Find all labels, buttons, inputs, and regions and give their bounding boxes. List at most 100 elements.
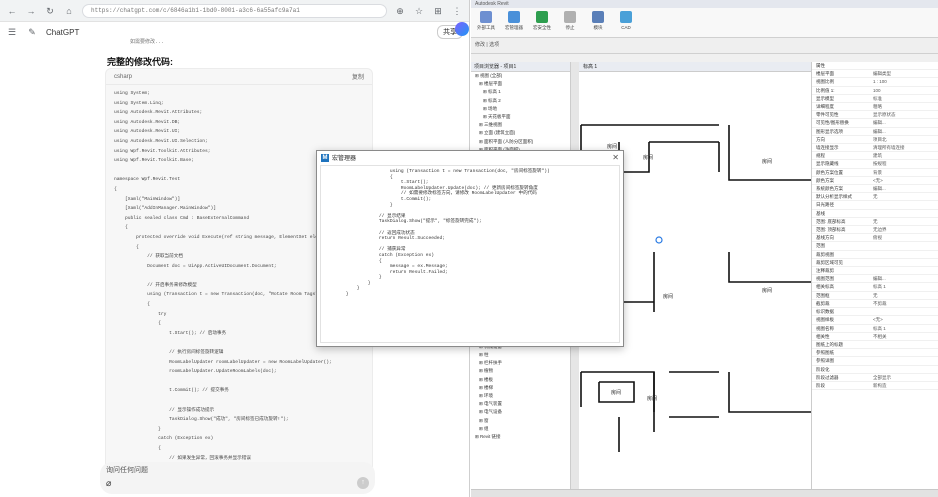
tree-item[interactable]: ⊞ 电气设备 (471, 408, 570, 416)
property-value[interactable]: 标高 1 (870, 325, 938, 332)
property-value[interactable]: 无 (870, 292, 938, 299)
copy-button[interactable]: 复制 (352, 72, 364, 81)
property-value[interactable]: 无 (870, 218, 938, 225)
property-value[interactable]: 清理所有墙连接 (870, 144, 938, 151)
property-value[interactable]: 编辑... (870, 185, 938, 192)
address-bar[interactable]: https://chatgpt.com/c/6846a1b1-1bd0-8001… (82, 3, 387, 18)
property-row[interactable]: 颜色方案位置 背景 (812, 169, 938, 177)
site-info-icon[interactable]: ⌂ (63, 5, 75, 17)
dialog-titlebar[interactable]: M 宏管理器 ✕ (317, 151, 623, 164)
dialog-editor[interactable]: using (Transaction t = new Transaction(d… (320, 165, 620, 343)
property-row[interactable]: 规程 建筑 (812, 152, 938, 161)
tree-item[interactable]: ⊞ 标高 2 (471, 97, 570, 105)
property-row[interactable]: 范围: 顶部标高 无边界 (812, 226, 938, 235)
ribbon-button[interactable]: 宏安全性 (533, 11, 551, 31)
new-chat-icon[interactable]: ✎ (26, 26, 38, 38)
property-row[interactable]: 标识数据 (812, 308, 938, 317)
property-value[interactable]: 编辑类型 (870, 70, 938, 77)
tree-item[interactable]: ⊞ 环境 (471, 392, 570, 400)
property-row[interactable]: 默认分析显示样式 无 (812, 193, 938, 202)
macro-dialog[interactable]: M 宏管理器 ✕ using (Transaction t = new Tran… (316, 150, 624, 347)
tree-item[interactable]: ⊞ 楼层平面 (471, 80, 570, 88)
extensions-icon[interactable]: ⊞ (432, 5, 444, 17)
property-row[interactable]: 属性 (812, 62, 938, 71)
property-value[interactable] (870, 349, 938, 356)
property-value[interactable]: 粗略 (870, 103, 938, 110)
property-value[interactable]: 编辑... (870, 128, 938, 135)
property-row[interactable]: 截剪裁 不剪裁 (812, 300, 938, 309)
property-value[interactable] (870, 308, 938, 315)
tree-item[interactable]: ⊞ 三维视图 (471, 121, 570, 129)
property-value[interactable]: 1 : 100 (870, 78, 938, 85)
reload-icon[interactable]: ↻ (44, 5, 56, 17)
property-row[interactable]: 零件可见性 显示原状态 (812, 111, 938, 120)
menu-icon[interactable]: ⋮ (451, 5, 463, 17)
ribbon-button[interactable]: 停止 (561, 11, 579, 31)
property-row[interactable]: 墙连接显示 清理所有墙连接 (812, 144, 938, 153)
tree-item[interactable]: ⊞ 窗 (471, 417, 570, 425)
back-icon[interactable]: ← (6, 5, 18, 17)
property-value[interactable]: 100 (870, 87, 938, 94)
property-value[interactable]: 无边界 (870, 226, 938, 233)
tree-item[interactable]: ⊞ 栏杆扶手 (471, 359, 570, 367)
property-value[interactable]: 标准 (870, 95, 938, 102)
property-row[interactable]: 范围: 底部标高 无 (812, 218, 938, 227)
property-row[interactable]: 裁剪区域可见 (812, 259, 938, 268)
property-row[interactable]: 视图比例 1 : 100 (812, 78, 938, 87)
property-value[interactable]: 按规程 (870, 160, 938, 167)
property-row[interactable]: 方向 项目北 (812, 136, 938, 145)
tree-item[interactable]: ⊞ 天花板平面 (471, 113, 570, 121)
send-icon[interactable]: ↑ (357, 477, 369, 489)
tree-item[interactable]: ⊞ 面积平面 (人防分区面积) (471, 138, 570, 146)
property-value[interactable]: 标高 1 (870, 283, 938, 290)
property-row[interactable]: 裁剪视图 (812, 251, 938, 259)
property-row[interactable]: 基线方向 俯视 (812, 234, 938, 243)
property-value[interactable] (870, 242, 938, 249)
tree-item[interactable]: ⊞ 植物 (471, 367, 570, 375)
property-row[interactable]: 比例值 1: 100 (812, 87, 938, 95)
tree-item[interactable]: ⊞ 楼梯 (471, 384, 570, 392)
property-value[interactable] (870, 201, 938, 208)
property-row[interactable]: 参照详图 (812, 357, 938, 366)
sidebar-icon[interactable]: ☰ (6, 26, 18, 38)
tree-item[interactable]: ⊞ 楼板 (471, 376, 570, 384)
property-row[interactable]: 显示隐藏线 按规程 (812, 160, 938, 169)
bookmark-icon[interactable]: ☆ (413, 5, 425, 17)
tree-item[interactable]: ⊞ 视图 (全部) (471, 72, 570, 80)
property-row[interactable]: 范围框 无 (812, 292, 938, 300)
property-value[interactable]: 全部显示 (870, 374, 938, 381)
property-value[interactable]: 俯视 (870, 234, 938, 241)
property-row[interactable]: 参照图纸 (812, 349, 938, 358)
property-row[interactable]: 楼层平面 编辑类型 (812, 70, 938, 79)
property-row[interactable]: 图纸上的标题 (812, 341, 938, 350)
property-row[interactable]: 注释裁剪 (812, 267, 938, 276)
property-row[interactable]: 视图范围 编辑... (812, 275, 938, 284)
property-value[interactable] (870, 62, 938, 69)
zoom-icon[interactable]: ⊕ (394, 5, 406, 17)
property-value[interactable] (870, 259, 938, 266)
property-row[interactable]: 图形显示选项 编辑... (812, 128, 938, 136)
ribbon-button[interactable]: 模块 (589, 11, 607, 31)
property-value[interactable]: 编辑... (870, 119, 938, 126)
property-row[interactable]: 相关标高 标高 1 (812, 283, 938, 292)
ribbon-button[interactable]: CAD (617, 11, 635, 30)
tree-item[interactable]: ⊞ 组 (471, 425, 570, 433)
tree-item[interactable]: ⊞ 场地 (471, 105, 570, 113)
property-value[interactable]: 项目北 (870, 136, 938, 143)
property-value[interactable]: 显示原状态 (870, 111, 938, 118)
close-icon[interactable]: ✕ (612, 153, 619, 162)
property-value[interactable]: 背景 (870, 169, 938, 176)
property-row[interactable]: 基线 (812, 210, 938, 218)
tree-item[interactable]: ⊞ 柱 (471, 351, 570, 359)
property-value[interactable] (870, 251, 938, 258)
chat-title[interactable]: ChatGPT (46, 28, 79, 37)
property-value[interactable] (870, 366, 938, 373)
property-value[interactable]: 编辑... (870, 275, 938, 282)
ribbon-button[interactable]: 外部工具 (477, 11, 495, 31)
property-row[interactable]: 视图名称 标高 1 (812, 325, 938, 333)
property-row[interactable]: 阶段 新构造 (812, 382, 938, 391)
ribbon-button[interactable]: 宏管理器 (505, 11, 523, 31)
assistant-orb-icon[interactable] (455, 22, 469, 36)
paperclip-icon[interactable]: ⌀ (106, 478, 111, 489)
forward-icon[interactable]: → (25, 5, 37, 17)
